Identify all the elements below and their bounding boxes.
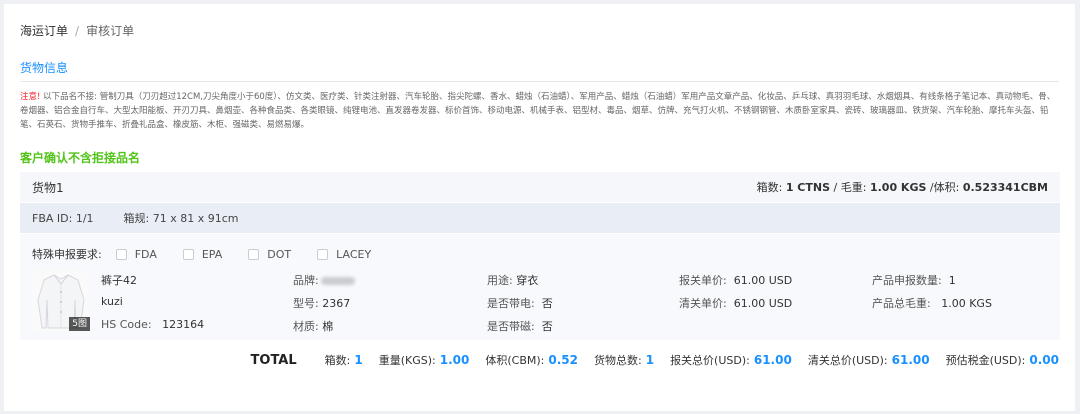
product-image[interactable]: 5图 [32, 270, 90, 331]
boxes-value: 1 CTNS [785, 181, 831, 194]
image-count-badge: 5图 [69, 317, 90, 331]
declared-quantity: 产品申报数量: 1 [872, 274, 956, 287]
fba-id-value: 1/1 [75, 211, 94, 225]
order-review-card: 海运订单 / 审核订单 货物信息 注意! 以下品名不接: 管制刀具（刀刃超过12… [4, 4, 1075, 411]
total-gross-weight: 产品总毛重: 1.00 KGS [872, 297, 992, 310]
total-declared-price: 报关总价(USD): 61.00 [670, 353, 792, 367]
volume-value: 0.523341CBM [962, 181, 1048, 194]
volume-label: /体积: [929, 181, 960, 194]
total-weight: 重量(KGS): 1.00 [378, 353, 470, 367]
item-name-en: kuzi [101, 295, 123, 308]
total-boxes: 箱数: 1 [324, 353, 363, 367]
total-title: TOTAL [250, 353, 297, 368]
declared-unit-price: 报关单价: 61.00 USD [679, 274, 793, 287]
special-declaration: 特殊申报要求: FDA EPA DOT LACEY [32, 246, 397, 262]
boxes-label: 箱数: [756, 181, 783, 194]
has-battery: 是否带电: 否 [487, 297, 553, 310]
customer-confirm-text: 客户确认不含拒接品名 [20, 151, 141, 165]
breadcrumb-separator: / [75, 23, 80, 38]
checkbox-label: DOT [267, 247, 292, 261]
checkbox-epa[interactable]: EPA [182, 247, 223, 261]
breadcrumb: 海运订单 / 审核订单 [20, 22, 134, 39]
checkbox-box[interactable] [317, 248, 329, 260]
cargo-info-title: 货物信息 [20, 61, 69, 75]
item-name: 裤子42 [101, 274, 137, 287]
breadcrumb-sea-orders-link[interactable]: 海运订单 [20, 22, 68, 39]
notice-label: 注意! [20, 92, 41, 102]
estimated-tax: 预估税金(USD): 0.00 [945, 353, 1059, 367]
brand-redacted [320, 277, 355, 285]
checkbox-box[interactable] [182, 248, 194, 260]
brand: 品牌: [293, 272, 355, 288]
special-declaration-label: 特殊申报要求: [32, 248, 102, 261]
checkbox-label: LACEY [336, 247, 372, 261]
fba-row: FBA ID: 1/1 箱规: 71 x 81 x 91cm [20, 203, 1060, 233]
goods-detail: 特殊申报要求: FDA EPA DOT LACEY 5图 裤子42 kuzi H… [20, 234, 1060, 340]
box-size-label: 箱规: [123, 212, 150, 225]
checkbox-label: EPA [201, 247, 223, 261]
notice-text: 以下品名不接: 管制刀具（刀刃超过12CM,刀尖角度小于60度）、仿文类、医疗类… [20, 92, 1056, 130]
has-magnet: 是否带磁: 否 [487, 320, 553, 333]
checkbox-box[interactable] [115, 248, 127, 260]
hs-code: HS Code: 123164 [101, 318, 205, 331]
goods-title: 货物1 [32, 180, 64, 195]
goods-summary: 箱数: 1 CTNS / 毛重: 1.00 KGS /体积: 0.523341C… [757, 179, 1048, 195]
prohibited-items-notice: 注意! 以下品名不接: 管制刀具（刀刃超过12CM,刀尖角度小于60度）、仿文类… [20, 90, 1060, 132]
weight-label: 毛重: [840, 181, 867, 194]
fba-id-label: FBA ID: [32, 211, 73, 225]
total-volume: 体积(CBM): 0.52 [485, 353, 578, 367]
total-clearance-price: 清关总价(USD): 61.00 [807, 353, 930, 367]
checkbox-box[interactable] [248, 248, 260, 260]
material: 材质: 棉 [293, 320, 334, 333]
clearance-unit-price: 清关单价: 61.00 USD [679, 297, 793, 310]
section-divider [20, 81, 1059, 82]
box-size-value: 71 x 81 x 91cm [152, 211, 239, 225]
summary-separator: / [833, 181, 838, 194]
checkbox-lacey[interactable]: LACEY [317, 248, 371, 261]
total-goods-count: 货物总数: 1 [593, 353, 655, 367]
usage: 用途: 穿衣 [487, 274, 539, 287]
checkbox-fda[interactable]: FDA [115, 247, 157, 261]
goods-header: 货物1 箱数: 1 CTNS / 毛重: 1.00 KGS /体积: 0.523… [20, 172, 1060, 202]
model: 型号: 2367 [293, 297, 351, 310]
totals-bar: TOTAL 箱数: 1 重量(KGS): 1.00 体积(CBM): 0.52 货物总… [251, 352, 1059, 368]
checkbox-dot[interactable]: DOT [248, 248, 291, 261]
weight-value: 1.00 KGS [869, 181, 927, 194]
breadcrumb-current: 审核订单 [86, 24, 135, 38]
checkbox-label: FDA [134, 247, 157, 261]
